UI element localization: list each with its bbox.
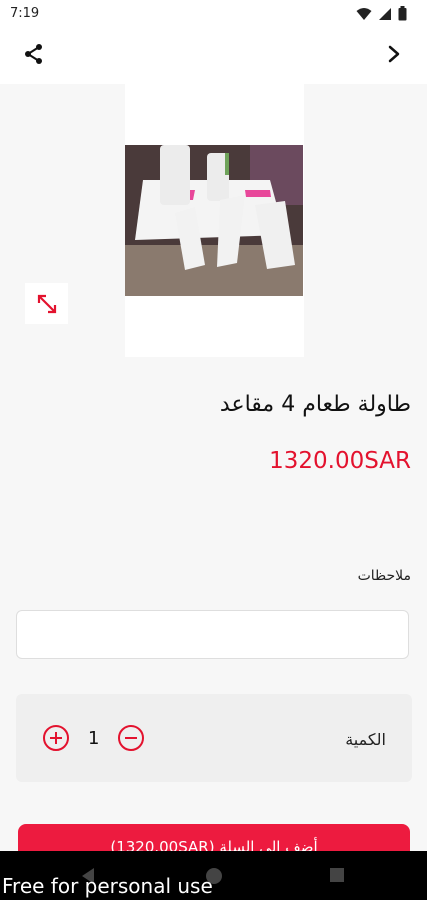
notes-input[interactable] (16, 610, 409, 659)
quantity-stepper: 1 الكمية (16, 694, 412, 782)
product-title: طاولة طعام 4 مقاعد (219, 392, 411, 417)
app-bar (0, 28, 427, 84)
product-image-card (125, 84, 304, 357)
quantity-label: الكمية (345, 730, 386, 749)
minus-circle-icon[interactable] (117, 724, 145, 752)
plus-circle-icon[interactable] (42, 724, 70, 752)
signal-icon (378, 7, 392, 25)
share-icon[interactable] (14, 34, 54, 74)
battery-icon (398, 6, 407, 25)
expand-icon (37, 294, 56, 313)
notes-label: ملاحظات (357, 568, 411, 584)
status-icons (356, 6, 407, 25)
product-price: 1320.00SAR (269, 448, 411, 474)
status-bar: 7:19 (0, 0, 427, 28)
nav-recents-icon[interactable] (329, 867, 345, 887)
quantity-value: 1 (88, 728, 100, 749)
chevron-right-icon[interactable] (374, 34, 414, 74)
status-time: 7:19 (10, 6, 40, 21)
expand-image-button[interactable] (25, 283, 68, 324)
product-photo[interactable] (125, 145, 303, 296)
wifi-icon (356, 7, 372, 25)
watermark: Free for personal use (2, 874, 213, 898)
